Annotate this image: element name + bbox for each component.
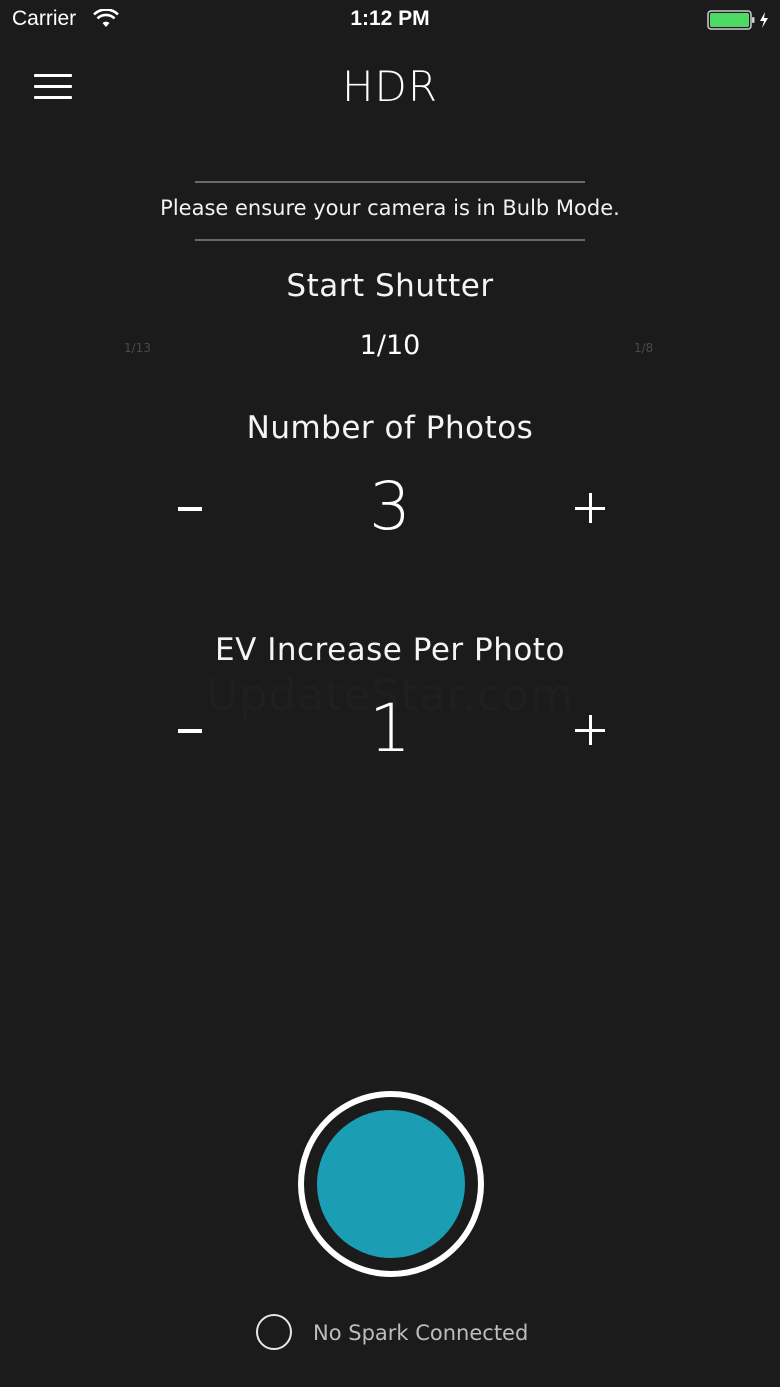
number-of-photos-label: Number of Photos bbox=[246, 410, 534, 446]
status-time: 1:12 PM bbox=[350, 7, 430, 30]
ev-increment-button[interactable] bbox=[560, 700, 620, 760]
ev-value: 1 bbox=[369, 690, 411, 767]
status-bar: Carrier 1:12 PM bbox=[0, 0, 780, 40]
shutter-current-value[interactable]: 1/10 bbox=[0, 330, 780, 361]
shutter-next-option[interactable]: 1/8 bbox=[634, 341, 653, 355]
start-hdr-shutter-button[interactable] bbox=[298, 1091, 484, 1277]
connection-status-icon[interactable] bbox=[256, 1314, 292, 1350]
divider-top bbox=[195, 181, 585, 183]
connection-status-label: No Spark Connected bbox=[313, 1321, 529, 1345]
start-shutter-label: Start Shutter bbox=[286, 268, 494, 304]
shutter-button-fill bbox=[317, 1110, 465, 1258]
battery-icon bbox=[707, 10, 773, 34]
bulb-mode-notice: Please ensure your camera is in Bulb Mod… bbox=[160, 196, 620, 220]
photos-value: 3 bbox=[369, 468, 411, 545]
divider-bottom bbox=[195, 239, 585, 241]
photos-increment-button[interactable] bbox=[560, 478, 620, 538]
page-title: HDR bbox=[341, 62, 439, 111]
ev-increase-label: EV Increase Per Photo bbox=[215, 632, 565, 668]
